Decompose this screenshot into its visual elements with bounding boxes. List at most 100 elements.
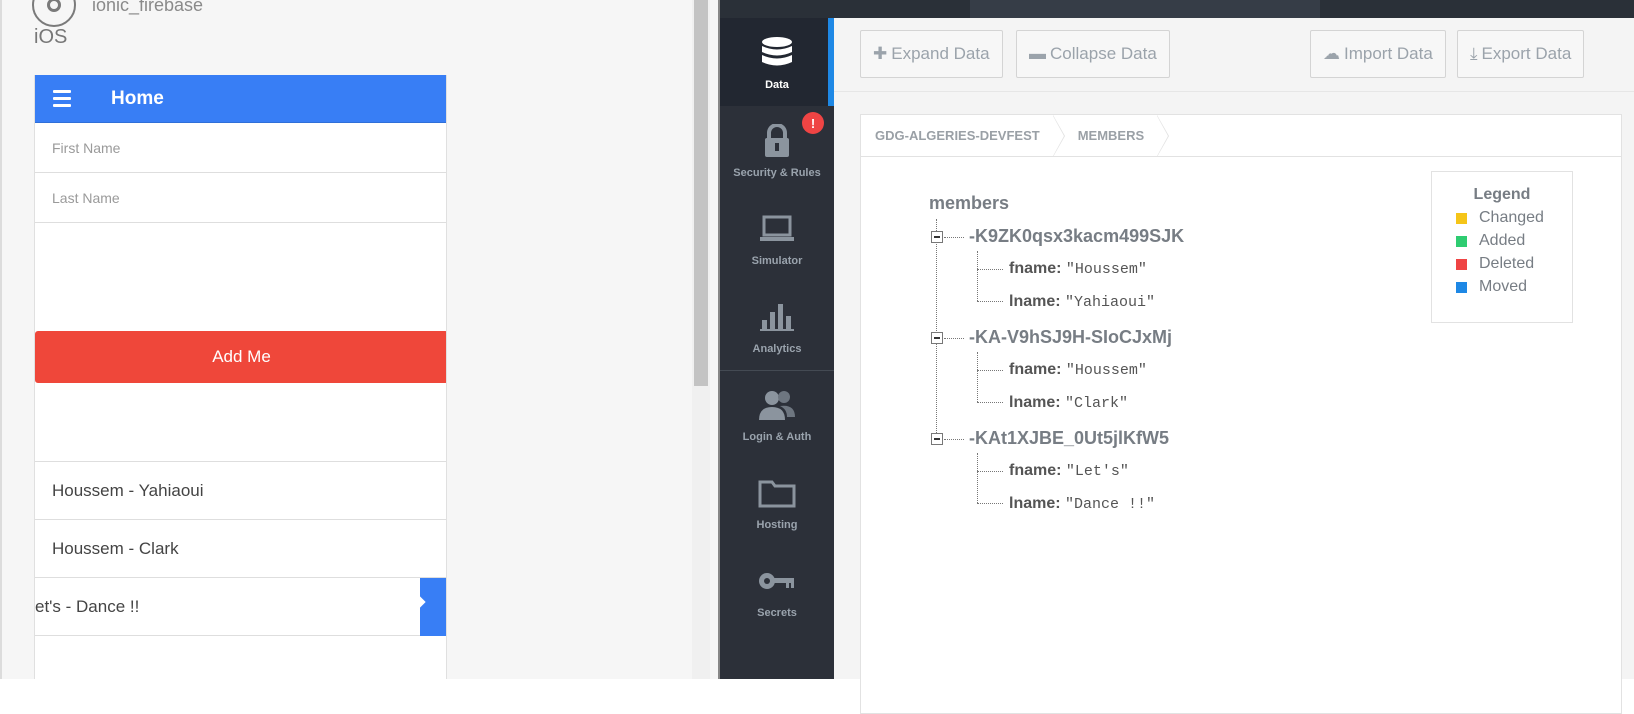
bar-chart-icon xyxy=(757,297,797,337)
first-name-input[interactable] xyxy=(52,139,446,156)
tree-leaf[interactable]: fname: "Houssem" xyxy=(1009,260,1147,278)
data-toolbar: ✚ Expand Data ▬ Collapse Data ☁ Import D… xyxy=(834,18,1634,92)
users-icon xyxy=(757,385,797,425)
last-name-input[interactable] xyxy=(52,189,446,206)
minus-icon: ▬ xyxy=(1029,44,1046,63)
legend-title: Legend xyxy=(1473,186,1531,203)
firebase-content: ✚ Expand Data ▬ Collapse Data ☁ Import D… xyxy=(834,18,1634,714)
data-tree: members -K9ZK0qsx3kacm499SJK fname: "Hou… xyxy=(929,193,1184,513)
list-item-label: Houssem - Yahiaoui xyxy=(52,480,204,500)
legend-label: Moved xyxy=(1479,278,1528,295)
expand-data-label: Expand Data xyxy=(891,44,990,63)
download-icon: ⤓ xyxy=(1470,44,1478,63)
breadcrumb-members[interactable]: MEMBERS xyxy=(1064,114,1170,157)
nav-security-rules[interactable]: ! Security & Rules xyxy=(720,106,834,194)
list-item-swiped[interactable]: et's - Dance !! xyxy=(35,578,446,636)
legend-item-moved: Moved xyxy=(1456,278,1572,296)
breadcrumb-members-label: MEMBERS xyxy=(1077,128,1145,143)
key-icon xyxy=(757,561,797,601)
leaf-value: "Houssem" xyxy=(1065,261,1147,278)
leaf-key: fname: xyxy=(1009,462,1062,479)
collapse-data-label: Collapse Data xyxy=(1050,44,1157,63)
platform-label: iOS xyxy=(34,26,68,48)
leaf-value: "Houssem" xyxy=(1065,362,1147,379)
tree-root-key[interactable]: members xyxy=(929,193,1009,214)
legend-label: Deleted xyxy=(1479,255,1535,272)
ionic-lab-pane: ionic_firebase iOS Home Add Me Houssem -… xyxy=(0,0,718,679)
leaf-value: "Clark" xyxy=(1065,395,1129,412)
nav-analytics[interactable]: Analytics xyxy=(720,282,834,370)
collapse-data-button[interactable]: ▬ Collapse Data xyxy=(1016,30,1170,78)
list-item[interactable]: Houssem - Yahiaoui xyxy=(35,462,446,520)
leaf-key: lname: xyxy=(1009,293,1061,310)
leaf-value: "Let's" xyxy=(1065,463,1129,480)
nav-hosting[interactable]: Hosting xyxy=(720,458,834,546)
export-data-button[interactable]: ⤓ Export Data xyxy=(1457,30,1585,78)
lock-icon xyxy=(757,121,797,161)
swipe-option-button[interactable] xyxy=(420,578,446,636)
nav-label: Simulator xyxy=(751,255,803,267)
breadcrumb-root[interactable]: GDG-ALGERIES-DEVFEST xyxy=(861,114,1065,157)
legend-item-added: Added xyxy=(1456,232,1572,250)
list-item-label: Houssem - Clark xyxy=(52,538,179,558)
legend-item-changed: Changed xyxy=(1456,209,1572,227)
tree-node-key[interactable]: -K9ZK0qsx3kacm499SJK xyxy=(969,226,1184,247)
export-data-label: Export Data xyxy=(1481,44,1572,63)
legend-swatch xyxy=(1456,212,1467,224)
last-name-row xyxy=(35,173,446,223)
list-item[interactable]: Houssem - Clark xyxy=(35,520,446,578)
add-me-button[interactable]: Add Me xyxy=(35,331,446,383)
first-name-row xyxy=(35,123,446,173)
nav-label: Data xyxy=(765,79,789,91)
header-title: Home xyxy=(111,87,164,109)
collapse-toggle-icon[interactable] xyxy=(931,433,943,445)
folder-icon xyxy=(757,473,797,513)
tree-leaf[interactable]: fname: "Let's" xyxy=(1009,462,1129,480)
top-strip xyxy=(720,0,1634,18)
collapse-toggle-icon[interactable] xyxy=(931,332,943,344)
legend-swatch xyxy=(1456,281,1467,293)
firebase-sidenav: Data ! Security & Rules Simulator Analyt… xyxy=(720,18,834,679)
database-icon xyxy=(757,33,797,73)
tree-node-key[interactable]: -KAt1XJBE_0Ut5jlKfW5 xyxy=(969,428,1169,449)
legend-swatch xyxy=(1456,235,1467,247)
app-header: Home xyxy=(35,75,446,123)
import-data-label: Import Data xyxy=(1344,44,1433,63)
collapse-toggle-icon[interactable] xyxy=(931,231,943,243)
nav-data[interactable]: Data xyxy=(720,18,834,106)
leaf-key: fname: xyxy=(1009,260,1062,277)
nav-label: Hosting xyxy=(756,519,798,531)
legend-label: Added xyxy=(1479,232,1526,249)
tree-leaf[interactable]: fname: "Houssem" xyxy=(1009,361,1147,379)
leaf-value: "Yahiaoui" xyxy=(1065,294,1156,311)
tree-leaf[interactable]: lname: "Yahiaoui" xyxy=(1009,293,1155,311)
tree-node-key[interactable]: -KA-V9hSJ9H-SIoCJxMj xyxy=(969,327,1172,348)
legend-swatch xyxy=(1456,258,1467,270)
scrollbar-thumb[interactable] xyxy=(694,0,708,386)
leaf-key: lname: xyxy=(1009,495,1061,512)
hamburger-menu-icon[interactable] xyxy=(53,90,71,107)
legend-item-deleted: Deleted xyxy=(1456,255,1572,273)
alert-badge: ! xyxy=(802,112,824,134)
nav-label: Login & Auth xyxy=(742,431,812,443)
legend: Legend Changed Added Deleted Moved xyxy=(1431,171,1573,323)
tree-leaf[interactable]: lname: "Clark" xyxy=(1009,394,1128,412)
breadcrumb: GDG-ALGERIES-DEVFEST MEMBERS xyxy=(861,114,1621,157)
expand-data-button[interactable]: ✚ Expand Data xyxy=(860,30,1003,78)
cloud-upload-icon: ☁ xyxy=(1323,44,1340,63)
list-item-label: et's - Dance !! xyxy=(35,596,140,616)
import-data-button[interactable]: ☁ Import Data xyxy=(1310,30,1446,78)
leaf-key: fname: xyxy=(1009,361,1062,378)
tree-leaf[interactable]: lname: "Dance !!" xyxy=(1009,495,1155,513)
nav-secrets[interactable]: Secrets xyxy=(720,546,834,634)
nav-login-auth[interactable]: Login & Auth xyxy=(720,370,834,458)
legend-label: Changed xyxy=(1479,209,1544,226)
firebase-dashboard: Data ! Security & Rules Simulator Analyt… xyxy=(718,0,1634,714)
nav-label: Analytics xyxy=(752,343,802,355)
ionic-logo-icon xyxy=(32,0,76,27)
members-list: Houssem - Yahiaoui Houssem - Clark et's … xyxy=(35,461,446,636)
laptop-icon xyxy=(757,209,797,249)
nav-simulator[interactable]: Simulator xyxy=(720,194,834,282)
nav-label: Secrets xyxy=(757,607,797,619)
data-panel: GDG-ALGERIES-DEVFEST MEMBERS members -K9… xyxy=(860,114,1622,714)
